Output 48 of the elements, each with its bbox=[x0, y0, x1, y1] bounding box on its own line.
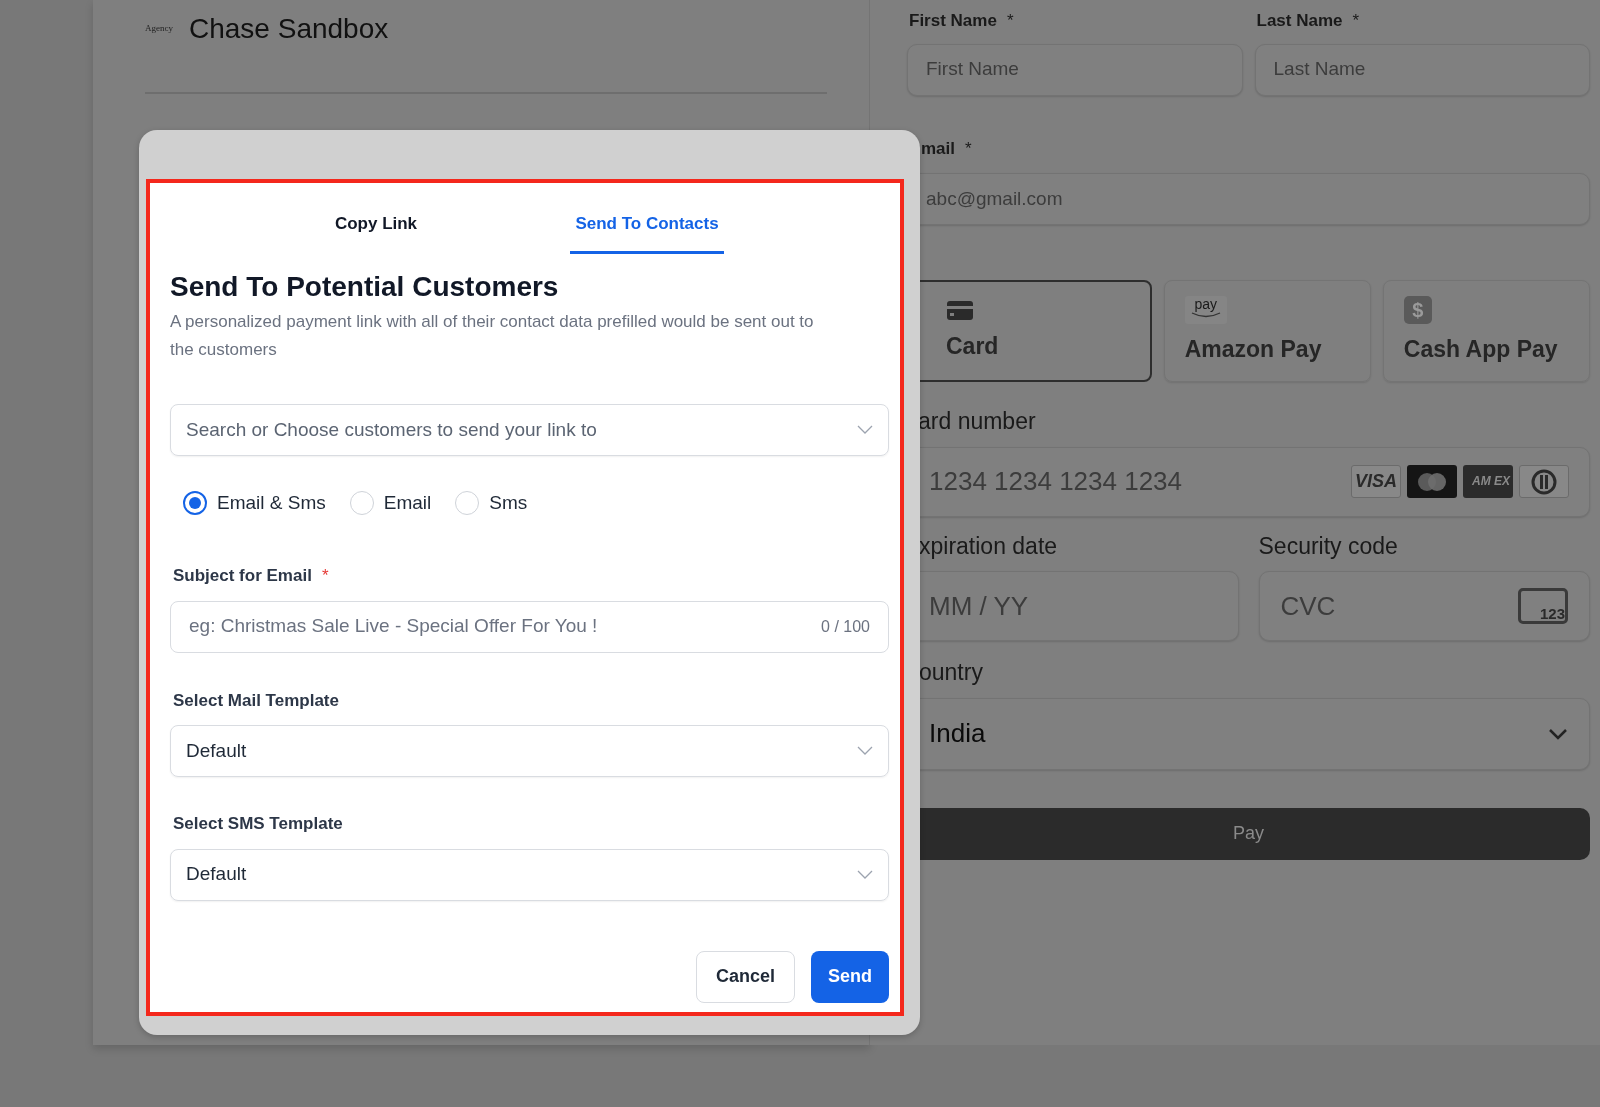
modal-heading: Send To Potential Customers bbox=[170, 270, 560, 304]
chevron-down-icon bbox=[857, 425, 873, 435]
input-field[interactable]: Last Name bbox=[1254, 43, 1590, 96]
radio-button[interactable] bbox=[183, 491, 207, 515]
mastercard-icon bbox=[1407, 465, 1457, 498]
radio-option[interactable]: Email bbox=[349, 488, 432, 518]
input-field[interactable]: First Name bbox=[907, 43, 1243, 96]
field-label: Select SMS Template bbox=[172, 813, 344, 835]
radio-option[interactable]: Sms bbox=[455, 488, 528, 518]
required-mark: * bbox=[1006, 10, 1014, 32]
select-field[interactable]: Search or Choose customers to send your link to bbox=[170, 404, 889, 456]
payment-method-tile[interactable]: pay Amazon Pay bbox=[1163, 280, 1371, 382]
cvc-card-icon: 123 bbox=[1518, 588, 1568, 624]
field-label: Subject for Email bbox=[173, 565, 312, 587]
visa-icon: VISA bbox=[1351, 465, 1401, 498]
field-label: mail bbox=[921, 137, 956, 160]
field-label: ard number bbox=[917, 407, 1037, 436]
tab[interactable]: Copy Link bbox=[300, 196, 452, 254]
required-mark: * bbox=[321, 565, 329, 587]
modal-description: A personalized payment link with all of their contact data prefilled would be sent out to the customers bbox=[170, 311, 815, 361]
chevron-down-icon bbox=[857, 746, 873, 756]
amazon-pay-icon: pay bbox=[1184, 295, 1227, 324]
send-button[interactable]: Send bbox=[811, 950, 889, 1003]
character-counter: 0 / 100 bbox=[821, 616, 870, 637]
field-label: ountry bbox=[918, 658, 984, 687]
card-icon bbox=[946, 298, 974, 321]
field-label: Security code bbox=[1258, 531, 1399, 561]
required-mark: * bbox=[965, 137, 972, 160]
input-field[interactable]: eg: Christmas Sale Live - Special Offer For You ! 0 / 100 bbox=[170, 600, 889, 653]
payment-method-tile[interactable]: $ Cash App Pay bbox=[1382, 280, 1590, 382]
cash-app-icon: $ bbox=[1403, 295, 1432, 324]
diners-club-icon bbox=[1519, 465, 1569, 498]
field-label: Last Name bbox=[1256, 10, 1343, 32]
select-field[interactable]: Default bbox=[170, 725, 889, 777]
field-label: xpiration date bbox=[918, 531, 1059, 561]
cancel-button[interactable]: Cancel bbox=[696, 950, 795, 1003]
input-field[interactable]: CVC 123 bbox=[1258, 571, 1590, 641]
page-title: Chase Sandbox bbox=[189, 12, 389, 46]
field-label: First Name bbox=[909, 10, 997, 32]
logo-text: Agency bbox=[145, 22, 174, 36]
tab[interactable]: Send To Contacts bbox=[570, 196, 724, 254]
field-label: Select Mail Template bbox=[172, 689, 340, 712]
chevron-down-icon bbox=[1548, 727, 1568, 740]
required-mark: * bbox=[1352, 10, 1360, 32]
radio-option[interactable]: Email & Sms bbox=[183, 488, 326, 518]
amex-icon: AM EX bbox=[1463, 465, 1513, 498]
chevron-down-icon bbox=[857, 869, 873, 880]
select-field[interactable]: Default bbox=[170, 848, 889, 901]
